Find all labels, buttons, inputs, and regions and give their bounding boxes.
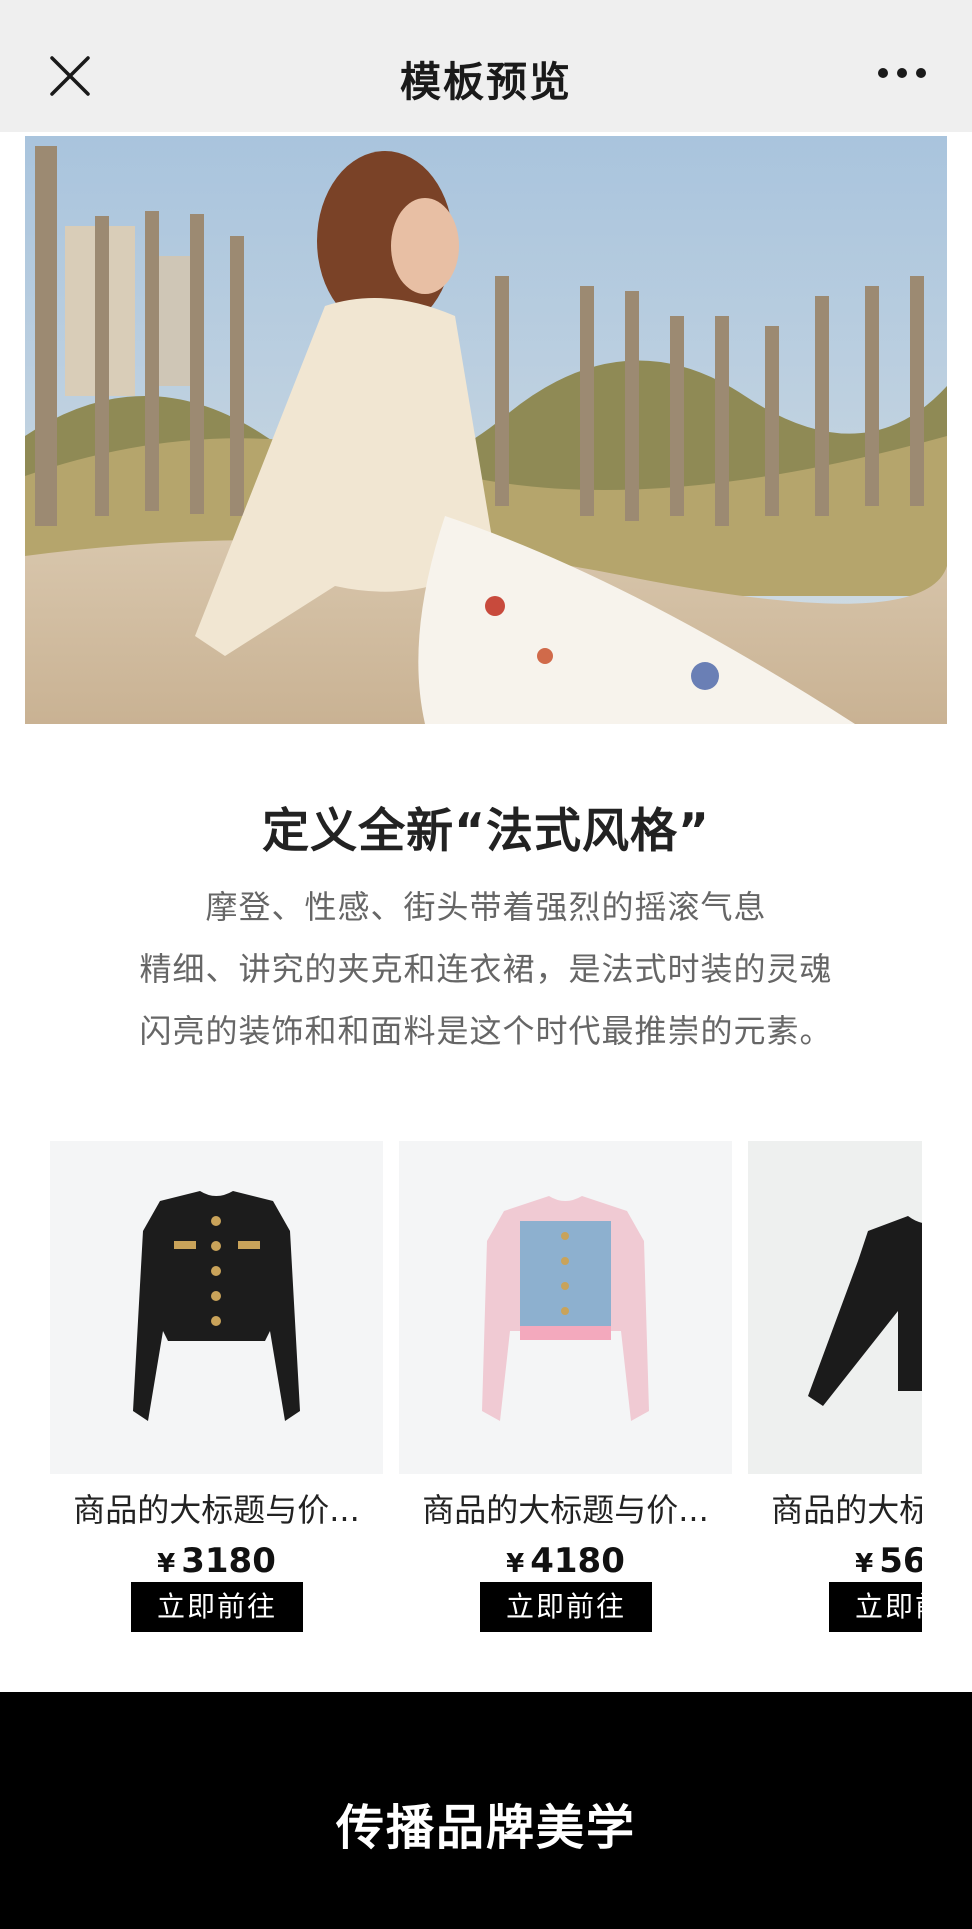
currency-symbol: ¥ — [506, 1549, 525, 1579]
product-price: ¥4180 — [399, 1541, 732, 1581]
description-line: 摩登、性感、街头带着强烈的摇滚气息 — [205, 888, 767, 926]
section-headline: 定义全新“法式风格” — [262, 804, 710, 859]
go-now-button[interactable]: 立即前往 — [131, 1582, 303, 1632]
page-title: 模板预览 — [400, 58, 572, 106]
beach-photo — [25, 136, 947, 724]
price-value: 5680 — [879, 1541, 922, 1581]
product-card[interactable]: 商品的大标题与价... ¥3180 立即前往 — [50, 1141, 383, 1632]
top-nav-bar: 模板预览 — [0, 0, 972, 132]
product-title: 商品的大标题与价... — [422, 1491, 709, 1529]
description-line: 闪亮的装饰和和面料是这个时代最推崇的元素。 — [139, 1012, 833, 1050]
product-image[interactable] — [50, 1141, 383, 1474]
price-value: 3180 — [181, 1541, 276, 1581]
product-image[interactable] — [399, 1141, 732, 1474]
price-value: 4180 — [530, 1541, 625, 1581]
footer-slogan: 传播品牌美学 — [335, 1800, 636, 1856]
black-cardigan-image — [133, 1191, 300, 1421]
pink-denim-jacket-image — [482, 1196, 649, 1421]
product-title: 商品的大标题与价... — [73, 1491, 360, 1529]
hero-image — [25, 136, 947, 724]
more-icon[interactable] — [876, 66, 928, 80]
footer-banner: 传播品牌美学 — [0, 1692, 972, 1929]
product-title: 商品的大标题与价... — [771, 1491, 922, 1529]
product-carousel[interactable]: 商品的大标题与价... ¥3180 立即前往 商品的大标题与价... ¥4180… — [50, 1141, 922, 1641]
currency-symbol: ¥ — [157, 1549, 176, 1579]
go-now-button[interactable]: 立即前往 — [480, 1582, 652, 1632]
product-card[interactable]: 商品的大标题与价... ¥5680 立即前往 — [748, 1141, 922, 1632]
go-now-button[interactable]: 立即前往 — [829, 1582, 922, 1632]
description-line: 精细、讲究的夹克和连衣裙，是法式时装的灵魂 — [139, 950, 833, 988]
product-price: ¥5680 — [748, 1541, 922, 1581]
product-price: ¥3180 — [50, 1541, 383, 1581]
currency-symbol: ¥ — [855, 1549, 874, 1579]
black-sweater-image — [808, 1216, 922, 1406]
product-card[interactable]: 商品的大标题与价... ¥4180 立即前往 — [399, 1141, 732, 1632]
product-image[interactable] — [748, 1141, 922, 1474]
